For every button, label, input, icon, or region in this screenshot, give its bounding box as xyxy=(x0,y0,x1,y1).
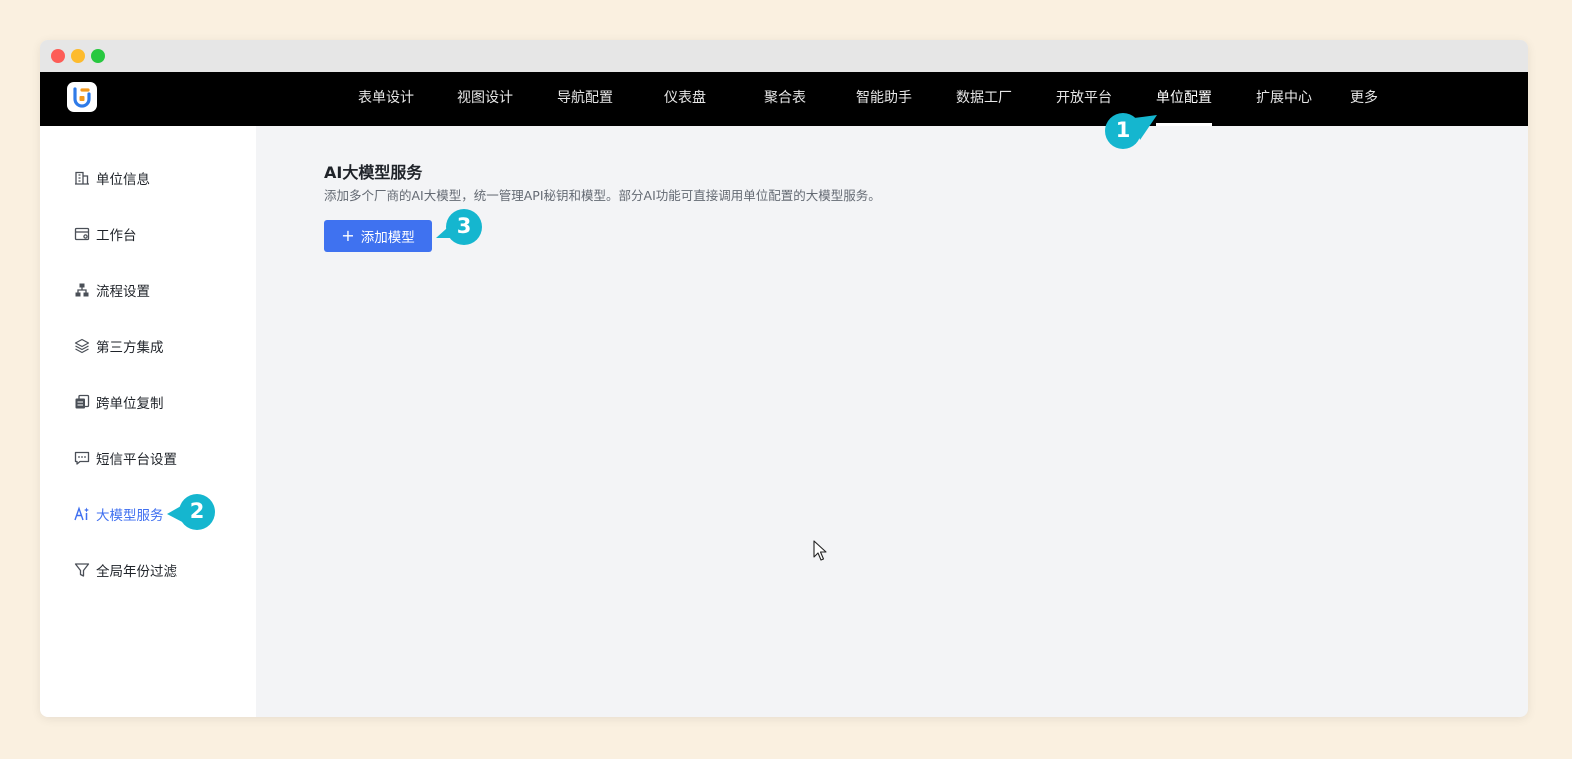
callout-number: 2 xyxy=(189,499,205,523)
sidebar-item-workbench[interactable]: 工作台 xyxy=(74,222,137,246)
nav-item-dashboard[interactable]: 仪表盘 xyxy=(664,72,706,126)
sidebar-item-label: 跨单位复制 xyxy=(96,396,164,412)
app-window: 表单设计 视图设计 导航配置 仪表盘 聚合表 智能助手 数据工厂 开放平台 单位… xyxy=(40,40,1528,717)
sidebar-item-label: 第三方集成 xyxy=(96,340,164,356)
sidebar-item-cross-unit-copy[interactable]: 跨单位复制 xyxy=(74,390,164,414)
nav-item-aggregate-table[interactable]: 聚合表 xyxy=(764,72,806,126)
page-title: AI大模型服务 xyxy=(324,163,423,182)
sidebar: 单位信息 工作台 流程设置 第三方集成 跨单位复制 短信平台设置 大模型服务 全… xyxy=(40,126,256,717)
nav-item-more[interactable]: 更多 xyxy=(1350,72,1378,126)
add-model-button[interactable]: + 添加模型 xyxy=(324,220,432,252)
sidebar-item-unit-info[interactable]: 单位信息 xyxy=(74,166,150,190)
sidebar-item-global-year-filter[interactable]: 全局年份过滤 xyxy=(74,558,177,582)
nav-item-navigation-config[interactable]: 导航配置 xyxy=(557,72,613,126)
sidebar-item-label: 大模型服务 xyxy=(96,508,164,524)
sidebar-item-ai-model-service[interactable]: 大模型服务 xyxy=(74,502,164,526)
add-model-button-label: 添加模型 xyxy=(360,230,415,246)
nav-item-smart-assistant[interactable]: 智能助手 xyxy=(856,72,912,126)
filter-icon xyxy=(74,562,90,578)
step-callout-2: 2 xyxy=(166,493,218,531)
sidebar-item-flow-settings[interactable]: 流程设置 xyxy=(74,278,150,302)
nav-item-extension-center[interactable]: 扩展中心 xyxy=(1256,72,1312,126)
window-titlebar xyxy=(40,40,1528,72)
nav-item-view-design[interactable]: 视图设计 xyxy=(457,72,513,126)
nav-item-form-design[interactable]: 表单设计 xyxy=(358,72,414,126)
callout-number: 3 xyxy=(456,214,472,238)
page-description: 添加多个厂商的AI大模型，统一管理API秘钥和模型。部分AI功能可直接调用单位配… xyxy=(324,188,881,203)
sidebar-item-label: 短信平台设置 xyxy=(96,452,177,468)
step-callout-1: 1 xyxy=(1104,110,1166,152)
flow-icon xyxy=(74,282,90,298)
step-callout-3: 3 xyxy=(434,208,486,246)
copy-icon xyxy=(74,394,90,410)
sidebar-item-third-party[interactable]: 第三方集成 xyxy=(74,334,164,358)
close-window-button[interactable] xyxy=(51,49,65,63)
sidebar-item-label: 工作台 xyxy=(96,228,137,244)
message-icon xyxy=(74,450,90,466)
sidebar-item-label: 单位信息 xyxy=(96,172,150,188)
mouse-cursor-icon xyxy=(813,540,827,566)
building-icon xyxy=(74,170,90,186)
app-logo-icon[interactable] xyxy=(67,82,97,112)
nav-item-data-factory[interactable]: 数据工厂 xyxy=(956,72,1012,126)
top-navigation: 表单设计 视图设计 导航配置 仪表盘 聚合表 智能助手 数据工厂 开放平台 单位… xyxy=(40,72,1528,126)
minimize-window-button[interactable] xyxy=(71,49,85,63)
callout-number: 1 xyxy=(1115,118,1131,142)
maximize-window-button[interactable] xyxy=(91,49,105,63)
sidebar-item-sms-settings[interactable]: 短信平台设置 xyxy=(74,446,177,470)
workbench-icon xyxy=(74,226,90,242)
sidebar-item-label: 全局年份过滤 xyxy=(96,564,177,580)
sidebar-item-label: 流程设置 xyxy=(96,284,150,300)
layers-icon xyxy=(74,338,90,354)
ai-icon xyxy=(74,506,90,522)
plus-icon: + xyxy=(341,226,355,245)
